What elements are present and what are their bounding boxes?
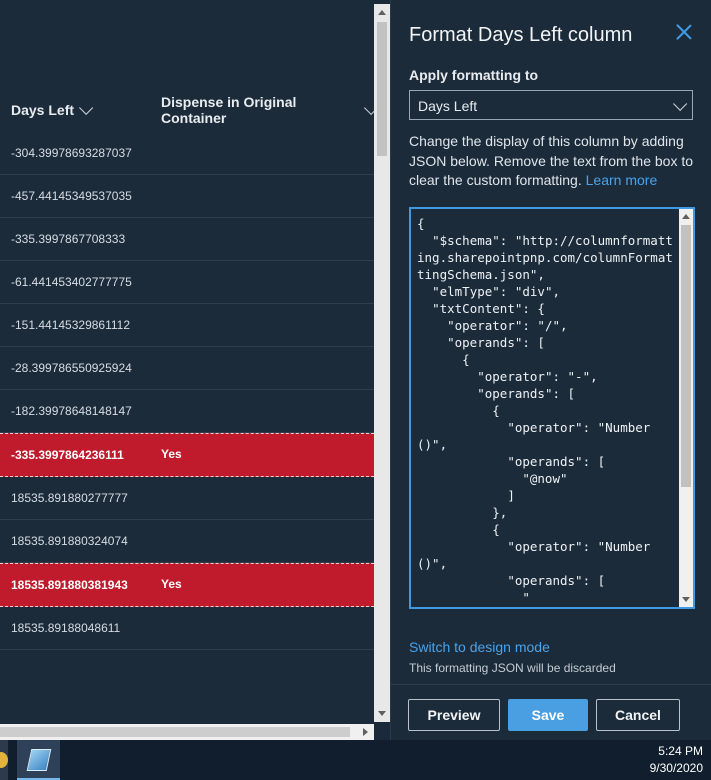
- scrollbar-thumb[interactable]: [0, 727, 350, 737]
- days-left-cell: -61.441453402777775: [11, 275, 132, 289]
- column-header-dispense[interactable]: Dispense in Original Container: [161, 94, 374, 126]
- format-column-panel: Format Days Left column Apply formatting…: [390, 0, 711, 740]
- list-row[interactable]: -457.44145349537035: [0, 175, 374, 218]
- list-row[interactable]: -151.44145329861112: [0, 304, 374, 347]
- json-editor[interactable]: { "$schema": "http://columnformatting.sh…: [409, 207, 695, 609]
- app-window-icon: [26, 749, 52, 771]
- scroll-down-arrow-icon[interactable]: [682, 597, 690, 602]
- days-left-cell: -457.44145349537035: [11, 189, 132, 203]
- column-header-label: Dispense in Original Container: [161, 94, 297, 126]
- chevron-down-icon: [79, 100, 94, 115]
- preview-button[interactable]: Preview: [408, 699, 500, 731]
- days-left-cell: 18535.89188048611: [11, 621, 121, 635]
- scroll-right-arrow-icon[interactable]: [363, 728, 368, 736]
- clock-date: 9/30/2020: [649, 761, 703, 775]
- column-header-days-left[interactable]: Days Left: [11, 98, 94, 122]
- switch-to-design-mode-link[interactable]: Switch to design mode: [409, 639, 550, 655]
- scrollbar-thumb[interactable]: [377, 22, 387, 156]
- days-left-cell: 18535.891880381943: [11, 578, 128, 592]
- apply-formatting-dropdown[interactable]: Days Left: [409, 90, 693, 120]
- save-button[interactable]: Save: [508, 699, 588, 731]
- list-row[interactable]: 18535.89188048611: [0, 607, 374, 650]
- list-row[interactable]: -304.39978693287037: [0, 132, 374, 175]
- list-horizontal-scrollbar[interactable]: [0, 724, 374, 740]
- list-vertical-scrollbar[interactable]: [374, 4, 390, 722]
- discard-note: This formatting JSON will be discarded: [409, 661, 616, 675]
- editor-scrollbar[interactable]: [679, 209, 693, 607]
- chevron-down-icon: [673, 96, 688, 111]
- taskbar: 5:24 PM 9/30/2020: [0, 740, 711, 780]
- taskbar-app-left[interactable]: [0, 740, 8, 780]
- panel-title: Format Days Left column: [409, 24, 633, 46]
- scrollbar-thumb[interactable]: [681, 225, 691, 487]
- apply-formatting-label: Apply formatting to: [409, 67, 539, 83]
- taskbar-app-button[interactable]: [17, 740, 60, 780]
- scroll-up-arrow-icon[interactable]: [378, 10, 386, 15]
- days-left-cell: 18535.891880277777: [11, 491, 128, 505]
- list-view: Days Left Dispense in Original Container…: [0, 0, 374, 724]
- days-left-cell: -304.39978693287037: [11, 146, 132, 160]
- scroll-down-arrow-icon[interactable]: [378, 711, 386, 716]
- dispense-cell: Yes: [161, 577, 182, 591]
- days-left-cell: -182.39978648148147: [11, 404, 132, 418]
- learn-more-link[interactable]: Learn more: [586, 172, 658, 188]
- scroll-up-arrow-icon[interactable]: [682, 214, 690, 219]
- list-row[interactable]: -28.399786550925924: [0, 347, 374, 390]
- days-left-cell: -335.3997864236111: [11, 448, 124, 462]
- app-icon: [0, 752, 8, 768]
- list-row[interactable]: 18535.891880324074: [0, 520, 374, 563]
- list-row[interactable]: -61.441453402777775: [0, 261, 374, 304]
- days-left-cell: -335.3997867708333: [11, 232, 126, 246]
- list-row[interactable]: 18535.891880277777: [0, 477, 374, 520]
- panel-description: Change the display of this column by add…: [409, 132, 699, 191]
- cancel-button[interactable]: Cancel: [596, 699, 680, 731]
- column-header-label: Days Left: [11, 102, 75, 118]
- days-left-cell: -151.44145329861112: [11, 318, 131, 332]
- system-clock[interactable]: 5:24 PM 9/30/2020: [650, 743, 703, 777]
- list-row[interactable]: -182.39978648148147: [0, 390, 374, 433]
- clock-time: 5:24 PM: [658, 744, 703, 758]
- list-row-highlighted[interactable]: -335.3997864236111 Yes: [0, 433, 374, 477]
- dispense-cell: Yes: [161, 447, 182, 461]
- close-icon[interactable]: [676, 24, 692, 40]
- chevron-down-icon: [364, 100, 374, 115]
- days-left-cell: -28.399786550925924: [11, 361, 132, 375]
- dropdown-value: Days Left: [418, 98, 478, 114]
- days-left-cell: 18535.891880324074: [11, 534, 128, 548]
- panel-footer: Preview Save Cancel: [391, 684, 711, 741]
- json-text[interactable]: { "$schema": "http://columnformatting.sh…: [417, 215, 673, 606]
- list-row[interactable]: -335.3997867708333: [0, 218, 374, 261]
- list-row-highlighted[interactable]: 18535.891880381943 Yes: [0, 563, 374, 607]
